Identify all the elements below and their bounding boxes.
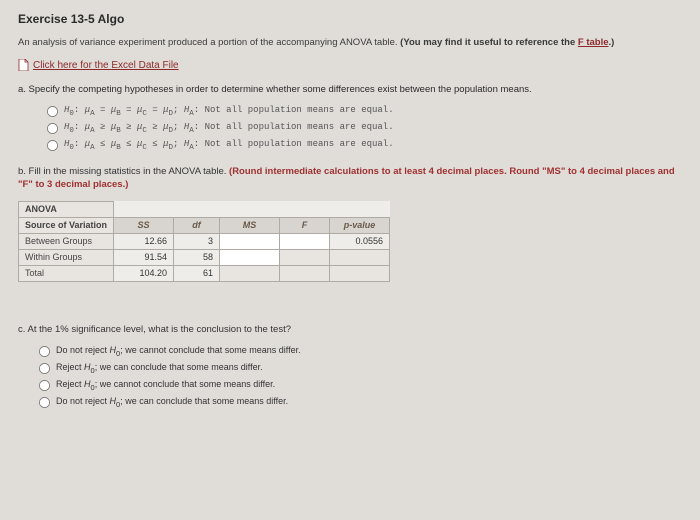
conc3-text: Reject H0; we cannot conclude that some … bbox=[56, 379, 275, 392]
r2-df: 58 bbox=[174, 249, 220, 265]
anova-header: ANOVA bbox=[19, 201, 114, 217]
radio-hyp-2[interactable] bbox=[47, 123, 58, 134]
intro-part-c: .) bbox=[609, 37, 615, 48]
r1-df: 3 bbox=[174, 233, 220, 249]
row-total-label: Total bbox=[19, 265, 114, 281]
row-within-label: Within Groups bbox=[19, 249, 114, 265]
conc4-text: Do not reject H0; we can conclude that s… bbox=[56, 396, 288, 409]
hyp1-text: H0: μA = μB = μC = μD; HA: Not all popul… bbox=[64, 105, 394, 118]
col-source: Source of Variation bbox=[19, 217, 114, 233]
col-ms: MS bbox=[220, 217, 280, 233]
table-row: Within Groups 91.54 58 bbox=[19, 249, 390, 265]
col-f: F bbox=[280, 217, 330, 233]
radio-hyp-3[interactable] bbox=[47, 140, 58, 151]
r1-ms-input[interactable] bbox=[220, 233, 280, 249]
col-df: df bbox=[174, 217, 220, 233]
hypothesis-options: H0: μA = μB = μC = μD; HA: Not all popul… bbox=[46, 105, 682, 152]
intro-part-b: (You may find it useful to reference the bbox=[400, 37, 578, 48]
conclusion-options: Do not reject H0; we cannot conclude tha… bbox=[38, 345, 682, 409]
r2-f bbox=[280, 249, 330, 265]
r3-df: 61 bbox=[174, 265, 220, 281]
conclusion-option-3[interactable]: Reject H0; we cannot conclude that some … bbox=[38, 379, 682, 392]
r3-p bbox=[330, 265, 390, 281]
intro-part-a: An analysis of variance experiment produ… bbox=[18, 37, 400, 48]
radio-conc-3[interactable] bbox=[39, 380, 50, 391]
anova-table: ANOVA Source of Variation SS df MS F p-v… bbox=[18, 201, 390, 282]
part-a-text: a. Specify the competing hypotheses in o… bbox=[18, 84, 682, 95]
conclusion-option-4[interactable]: Do not reject H0; we can conclude that s… bbox=[38, 396, 682, 409]
radio-conc-2[interactable] bbox=[39, 363, 50, 374]
table-row: Total 104.20 61 bbox=[19, 265, 390, 281]
part-b-text: b. Fill in the missing statistics in the… bbox=[18, 166, 682, 191]
intro-text: An analysis of variance experiment produ… bbox=[18, 36, 682, 49]
r3-ms bbox=[220, 265, 280, 281]
hypothesis-option-3[interactable]: H0: μA ≤ μB ≤ μC ≤ μD; HA: Not all popul… bbox=[46, 139, 682, 152]
conclusion-option-1[interactable]: Do not reject H0; we cannot conclude tha… bbox=[38, 345, 682, 358]
exercise-title: Exercise 13-5 Algo bbox=[18, 12, 682, 26]
r1-ss: 12.66 bbox=[114, 233, 174, 249]
f-table-link[interactable]: F table bbox=[578, 37, 609, 48]
hypothesis-option-1[interactable]: H0: μA = μB = μC = μD; HA: Not all popul… bbox=[46, 105, 682, 118]
r2-ss: 91.54 bbox=[114, 249, 174, 265]
radio-conc-1[interactable] bbox=[39, 346, 50, 357]
radio-conc-4[interactable] bbox=[39, 397, 50, 408]
file-icon bbox=[18, 59, 29, 71]
excel-data-link[interactable]: Click here for the Excel Data File bbox=[18, 59, 179, 71]
hypothesis-option-2[interactable]: H0: μA ≥ μB ≥ μC ≥ μD; HA: Not all popul… bbox=[46, 122, 682, 135]
r1-f-input[interactable] bbox=[280, 233, 330, 249]
r3-ss: 104.20 bbox=[114, 265, 174, 281]
conc1-text: Do not reject H0; we cannot conclude tha… bbox=[56, 345, 301, 358]
r1-p: 0.0556 bbox=[330, 233, 390, 249]
r3-f bbox=[280, 265, 330, 281]
table-row: Between Groups 12.66 3 0.0556 bbox=[19, 233, 390, 249]
r2-p bbox=[330, 249, 390, 265]
part-c-text: c. At the 1% significance level, what is… bbox=[18, 324, 682, 335]
excel-link-label: Click here for the Excel Data File bbox=[33, 60, 179, 71]
part-b-a: b. Fill in the missing statistics in the… bbox=[18, 166, 229, 177]
col-pvalue: p-value bbox=[330, 217, 390, 233]
col-ss: SS bbox=[114, 217, 174, 233]
hyp2-text: H0: μA ≥ μB ≥ μC ≥ μD; HA: Not all popul… bbox=[64, 122, 394, 135]
conclusion-option-2[interactable]: Reject H0; we can conclude that some mea… bbox=[38, 362, 682, 375]
hyp3-text: H0: μA ≤ μB ≤ μC ≤ μD; HA: Not all popul… bbox=[64, 139, 394, 152]
r2-ms-input[interactable] bbox=[220, 249, 280, 265]
radio-hyp-1[interactable] bbox=[47, 106, 58, 117]
conc2-text: Reject H0; we can conclude that some mea… bbox=[56, 362, 263, 375]
row-between-label: Between Groups bbox=[19, 233, 114, 249]
